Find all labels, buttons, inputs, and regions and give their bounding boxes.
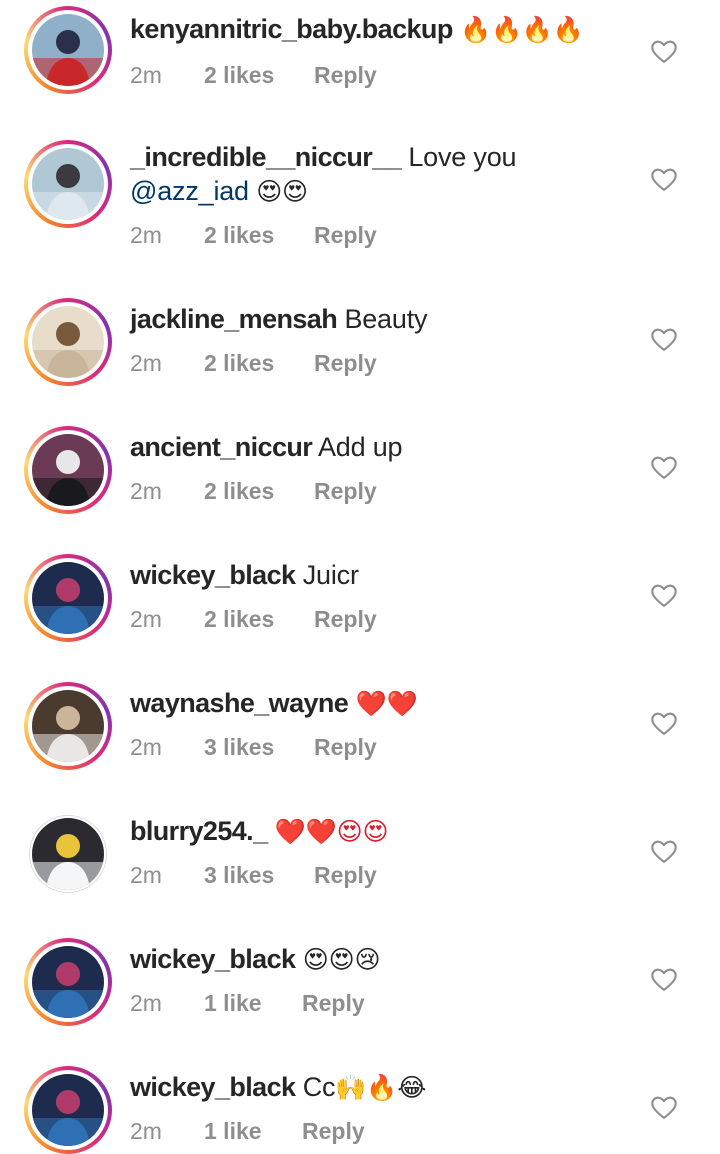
comment-username[interactable]: ancient_niccur (130, 432, 313, 462)
avatar-image (32, 306, 104, 378)
comment-text: Juicr (302, 560, 359, 590)
comment-body: wickey_black Cc🙌🔥😂 (130, 1070, 600, 1105)
reply-button[interactable]: Reply (314, 606, 377, 633)
comment-meta: 2m 2 likes Reply (130, 222, 377, 249)
comment-body: waynashe_wayne ❤️❤️ (130, 686, 600, 721)
avatar[interactable] (24, 938, 112, 1026)
heart-outline-icon[interactable] (650, 166, 678, 194)
comment-emoji: 😍😍😢 (302, 945, 381, 974)
heart-outline-icon[interactable] (650, 710, 678, 738)
heart-outline-icon[interactable] (650, 966, 678, 994)
comment-meta: 2m 3 likes Reply (130, 734, 377, 761)
comment-likes[interactable]: 1 like (204, 1118, 302, 1145)
comment-likes[interactable]: 2 likes (204, 606, 314, 633)
reply-button[interactable]: Reply (314, 62, 377, 89)
comment-body: kenyannitric_baby.backup 🔥🔥🔥🔥 (130, 12, 600, 47)
comment-likes[interactable]: 1 like (204, 990, 302, 1017)
heart-outline-icon[interactable] (650, 1094, 678, 1122)
heart-outline-icon[interactable] (650, 838, 678, 866)
heart-outline-icon[interactable] (650, 582, 678, 610)
comment-username[interactable]: waynashe_wayne (130, 688, 349, 718)
comment-emoji: 🔥🔥🔥🔥 (460, 15, 584, 44)
comment-likes[interactable]: 2 likes (204, 62, 314, 89)
avatar[interactable] (24, 554, 112, 642)
avatar-image (32, 148, 104, 220)
comment-likes[interactable]: 3 likes (204, 734, 314, 761)
reply-button[interactable]: Reply (314, 862, 377, 889)
comment-text: Love you (408, 142, 517, 172)
comment-time: 2m (130, 734, 162, 760)
avatar[interactable] (24, 682, 112, 770)
avatar-image (32, 562, 104, 634)
reply-button[interactable]: Reply (302, 990, 365, 1017)
comment-time: 2m (130, 478, 162, 504)
comment-time: 2m (130, 222, 162, 248)
comment-body: jackline_mensah Beauty (130, 302, 600, 336)
comment-body: wickey_black 😍😍😢 (130, 942, 600, 977)
reply-button[interactable]: Reply (314, 478, 377, 505)
heart-outline-icon[interactable] (650, 326, 678, 354)
avatar-image (32, 690, 104, 762)
comment-likes[interactable]: 3 likes (204, 862, 314, 889)
heart-outline-icon[interactable] (650, 454, 678, 482)
comment-body: ancient_niccur Add up (130, 430, 600, 464)
avatar[interactable] (24, 6, 112, 94)
comment-username[interactable]: wickey_black (130, 560, 296, 590)
avatar[interactable] (24, 140, 112, 228)
reply-button[interactable]: Reply (314, 350, 377, 377)
avatar[interactable] (24, 810, 112, 898)
comment-time: 2m (130, 1118, 162, 1144)
heart-outline-icon[interactable] (650, 38, 678, 66)
comment-body: blurry254._ ❤️❤️😍😍 (130, 814, 600, 849)
comment-text: Cc (302, 1072, 336, 1102)
comment-mention[interactable]: @azz_iad (130, 176, 249, 206)
comment-time: 2m (130, 990, 162, 1016)
comment-meta: 2m 2 likes Reply (130, 350, 377, 377)
comment-likes[interactable]: 2 likes (204, 222, 314, 249)
avatar-image (32, 14, 104, 86)
avatar[interactable] (24, 426, 112, 514)
comment-username[interactable]: wickey_black (130, 944, 296, 974)
comment-username[interactable]: jackline_mensah (130, 304, 338, 334)
avatar[interactable] (24, 298, 112, 386)
comment-emoji: 😍😍 (256, 177, 308, 206)
comment-emoji: ❤️❤️ (355, 689, 418, 718)
comment-time: 2m (130, 62, 162, 88)
comment-meta: 2m 2 likes Reply (130, 62, 377, 89)
avatar[interactable] (24, 1066, 112, 1154)
avatar-image (32, 946, 104, 1018)
comment-text: Beauty (344, 304, 428, 334)
comment-text: Add up (317, 432, 403, 462)
comment-username[interactable]: _incredible__niccur__ (130, 142, 402, 172)
comment-meta: 2m 2 likes Reply (130, 478, 377, 505)
comment-meta: 2m 2 likes Reply (130, 606, 377, 633)
comment-time: 2m (130, 350, 162, 376)
comment-meta: 2m 1 like Reply (130, 990, 365, 1017)
comment-meta: 2m 1 like Reply (130, 1118, 365, 1145)
comment-meta: 2m 3 likes Reply (130, 862, 377, 889)
comment-likes[interactable]: 2 likes (204, 478, 314, 505)
reply-button[interactable]: Reply (302, 1118, 365, 1145)
comment-body: _incredible__niccur__ Love you @azz_iad … (130, 140, 600, 209)
comment-username[interactable]: blurry254._ (130, 816, 268, 846)
comment-body: wickey_black Juicr (130, 558, 600, 592)
reply-button[interactable]: Reply (314, 734, 377, 761)
avatar-image (32, 1074, 104, 1146)
comment-username[interactable]: wickey_black (130, 1072, 296, 1102)
comment-time: 2m (130, 606, 162, 632)
avatar-image (32, 818, 104, 890)
comment-emoji: ❤️❤️😍😍 (274, 817, 389, 846)
avatar-image (32, 434, 104, 506)
comment-username[interactable]: kenyannitric_baby.backup (130, 14, 453, 44)
comment-emoji: 🙌🔥😂 (335, 1073, 427, 1102)
comment-likes[interactable]: 2 likes (204, 350, 314, 377)
comment-time: 2m (130, 862, 162, 888)
reply-button[interactable]: Reply (314, 222, 377, 249)
